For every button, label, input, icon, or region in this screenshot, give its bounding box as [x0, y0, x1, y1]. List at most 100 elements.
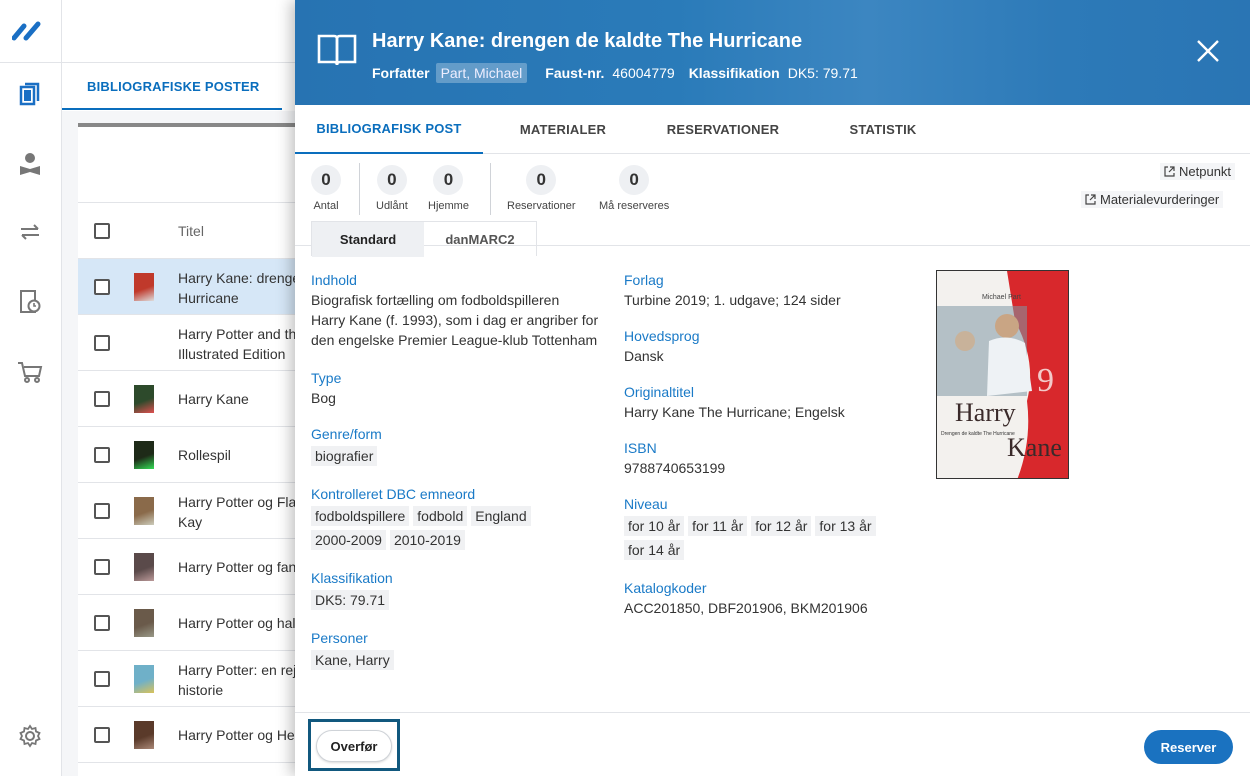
svg-text:9: 9 [1037, 362, 1054, 399]
author-label: Forfatter [372, 65, 430, 81]
field-genre: Genre/form biografier [311, 426, 382, 466]
author-chip[interactable]: Part, Michael [435, 63, 528, 83]
clock-book-icon[interactable] [16, 288, 44, 316]
reserve-button[interactable]: Reserver [1144, 730, 1233, 764]
cover-thumbnail [134, 665, 154, 693]
table-row[interactable]: Harry Potter og Flamels Kay [78, 483, 318, 539]
tag[interactable]: for 14 år [624, 540, 685, 560]
focus-highlight: Overfør [308, 719, 400, 771]
netpunkt-link[interactable]: Netpunkt [1160, 163, 1236, 180]
field-type: Type Bog [311, 370, 342, 406]
cover-thumbnail [134, 441, 154, 469]
settings-icon[interactable] [16, 722, 44, 750]
field-emneord: Kontrolleret DBC emneord fodboldspillere… [311, 484, 571, 552]
field-niveau: Niveau for 10 år for 11 år for 12 år for… [624, 494, 894, 562]
table-row[interactable]: Rollespil [78, 427, 318, 483]
record-header: Harry Kane: drengen de kaldte The Hurric… [295, 0, 1250, 105]
tag[interactable]: Kane, Harry [311, 650, 394, 670]
field-isbn: ISBN 9788740653199 [624, 440, 726, 476]
tag[interactable]: for 11 år [688, 516, 748, 536]
table-row[interactable]: Harry Kane [78, 371, 318, 427]
row-checkbox[interactable] [94, 727, 110, 743]
tag[interactable]: for 12 år [751, 516, 812, 536]
tab-bibliografisk-post[interactable]: BIBLIOGRAFISK POST [295, 105, 483, 154]
cover-thumbnail [134, 609, 154, 637]
record-tabs: BIBLIOGRAFISK POST MATERIALER RESERVATIO… [295, 105, 1250, 154]
tag[interactable]: for 13 år [815, 516, 876, 536]
tag[interactable]: 2000-2009 [311, 530, 386, 550]
row-checkbox[interactable] [94, 615, 110, 631]
select-all-checkbox[interactable] [94, 223, 110, 239]
tab-statistik[interactable]: STATISTIK [803, 105, 963, 154]
svg-text:Drengen de kaldte The Hurrican: Drengen de kaldte The Hurricane [941, 431, 1015, 437]
field-originaltitel: Originaltitel Harry Kane The Hurricane; … [624, 384, 845, 420]
tab-materialer[interactable]: MATERIALER [483, 105, 643, 154]
table-row[interactable]: Harry Potter: en rejse gennemhistorie [78, 651, 318, 707]
view-danmarc2[interactable]: danMARC2 [424, 222, 536, 257]
svg-text:Harry: Harry [955, 398, 1016, 427]
field-indhold: Indhold Biografisk fortælling om fodbold… [311, 272, 599, 348]
table-row[interactable]: Harry Potter og Hemmelighedernes [78, 707, 318, 763]
table-row[interactable]: Harry Potter and the Illustrated Edition [78, 315, 318, 371]
books-icon[interactable] [16, 80, 44, 108]
row-checkbox[interactable] [94, 671, 110, 687]
record-title: Harry Kane: drengen de kaldte The Hurric… [372, 30, 803, 52]
materialevurderinger-link[interactable]: Materialevurderinger [1081, 191, 1224, 208]
faust-number: 46004779 [612, 65, 675, 81]
faust-label: Faust-nr. [545, 65, 605, 81]
count-maa-reserveres: 0 Må reserveres [599, 165, 669, 212]
view-standard[interactable]: Standard [312, 222, 424, 257]
open-book-icon [317, 34, 357, 66]
tag[interactable]: biografier [311, 446, 378, 466]
panel-footer: Overfør Reserver [295, 712, 1250, 776]
count-reservationer: 0 Reservationer [507, 165, 575, 212]
records-table: Titel Harry Kane: drengen de kaldte TheH… [78, 123, 318, 776]
tag[interactable]: 2010-2019 [389, 530, 465, 550]
row-checkbox[interactable] [94, 391, 110, 407]
classification-label: Klassifikation [688, 65, 780, 81]
field-katalogkoder: Katalogkoder ACC201850, DBF201906, BKM20… [624, 580, 868, 616]
row-checkbox[interactable] [94, 279, 110, 295]
close-icon[interactable] [1195, 38, 1221, 64]
classification-value: DK5: 79.71 [787, 65, 858, 81]
tab-reservationer[interactable]: RESERVATIONER [643, 105, 803, 154]
tab-bibliografiske-poster[interactable]: BIBLIOGRAFISKE POSTER [62, 64, 282, 110]
count-antal: 0 Antal [311, 165, 341, 212]
user-reading-icon[interactable] [16, 150, 44, 178]
column-header-title: Titel [178, 223, 204, 239]
cover-thumbnail [134, 497, 154, 525]
row-checkbox[interactable] [94, 335, 110, 351]
cover-thumbnail [134, 273, 154, 301]
tag[interactable]: fodboldspillere [311, 506, 410, 526]
left-rail [0, 0, 62, 776]
tag[interactable]: for 10 år [624, 516, 685, 536]
svg-text:Michael Part: Michael Part [982, 294, 1021, 301]
table-row[interactable]: Harry Kane: drengen de kaldte TheHurrica… [78, 259, 318, 315]
count-hjemme: 0 Hjemme [428, 165, 469, 212]
tag[interactable]: England [471, 506, 531, 526]
tag[interactable]: DK5: 79.71 [311, 590, 390, 610]
external-link-icon [1085, 194, 1096, 205]
svg-text:Kane: Kane [1007, 433, 1062, 462]
external-link-icon [1164, 166, 1175, 177]
cover-thumbnail [134, 721, 154, 749]
row-checkbox[interactable] [94, 559, 110, 575]
records-list-pane: BIBLIOGRAFISKE POSTER Titel Harry Kane: … [62, 0, 322, 776]
row-checkbox[interactable] [94, 503, 110, 519]
book-cover: 9 Michael Part Harry Drengen de kaldte T… [936, 270, 1069, 479]
field-klassifikation: Klassifikation DK5: 79.71 [311, 570, 393, 610]
cart-icon[interactable] [16, 358, 44, 386]
tag[interactable]: fodbold [413, 506, 468, 526]
cover-thumbnail [134, 385, 154, 413]
table-row[interactable]: Harry Potter og fangen [78, 539, 318, 595]
field-hovedsprog: Hovedsprog Dansk [624, 328, 700, 364]
field-forlag: Forlag Turbine 2019; 1. udgave; 124 side… [624, 272, 841, 308]
count-udlaant: 0 Udlånt [376, 165, 408, 212]
row-checkbox[interactable] [94, 447, 110, 463]
transfer-button[interactable]: Overfør [316, 730, 392, 762]
view-toggle: Standard danMARC2 [311, 221, 537, 257]
logo-icon[interactable] [12, 20, 48, 42]
table-row[interactable]: Harry Potter og halvblodsprinsen [78, 595, 318, 651]
transfer-icon[interactable] [16, 218, 44, 246]
record-detail-panel: Harry Kane: drengen de kaldte The Hurric… [295, 0, 1250, 776]
